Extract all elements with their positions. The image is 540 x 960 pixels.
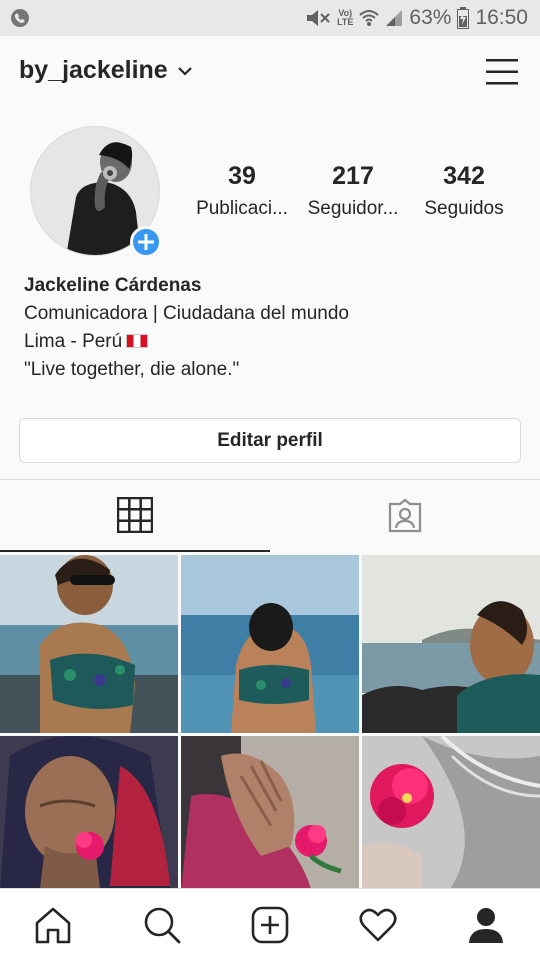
- status-bar: Vo) LTE 63% 16:50: [0, 0, 540, 36]
- nav-new-post[interactable]: [248, 903, 292, 947]
- stat-posts[interactable]: 39 Publicaci...: [187, 160, 297, 220]
- posts-count: 39: [228, 162, 256, 190]
- bio-line: Comunicadora | Ciudadana del mundo: [24, 303, 349, 324]
- home-icon: [35, 907, 71, 944]
- nav-search[interactable]: [140, 903, 184, 947]
- profile-name: Jackeline Cárdenas: [24, 275, 202, 296]
- profile-icon: [469, 908, 503, 943]
- wifi-icon: [359, 10, 380, 26]
- plus-icon: [138, 234, 154, 250]
- profile-avatar[interactable]: [30, 126, 162, 258]
- tab-grid[interactable]: [0, 480, 270, 552]
- stat-following[interactable]: 342 Seguidos: [409, 160, 519, 220]
- nav-activity[interactable]: [356, 903, 400, 947]
- grid-icon: [117, 497, 153, 533]
- edit-profile-button[interactable]: Editar perfil: [19, 418, 521, 463]
- followers-count: 217: [332, 162, 374, 190]
- bio-location: Lima - Perú: [24, 328, 524, 356]
- volte-indicator: Vo) LTE: [337, 8, 354, 27]
- tab-tagged[interactable]: [270, 480, 540, 552]
- profile-bio: Jackeline Cárdenas Comunicadora | Ciudad…: [24, 272, 524, 384]
- clock: 16:50: [475, 6, 528, 29]
- tagged-portrait-icon: [388, 498, 422, 533]
- bio-quote: "Live together, die alone.": [24, 359, 240, 380]
- bottom-nav: [0, 888, 540, 960]
- followers-label: Seguidor...: [307, 198, 399, 219]
- account-switcher[interactable]: by_jackeline: [19, 56, 192, 85]
- heart-icon: [359, 908, 397, 942]
- peru-flag-icon: [126, 334, 149, 348]
- posts-grid: [0, 555, 540, 889]
- battery-icon: [457, 7, 470, 29]
- stat-followers[interactable]: 217 Seguidor...: [298, 160, 408, 220]
- profile-tabs: [0, 479, 540, 552]
- following-label: Seguidos: [424, 198, 504, 219]
- app-bar: by_jackeline: [0, 36, 540, 108]
- following-count: 342: [443, 162, 485, 190]
- menu-icon[interactable]: [486, 58, 518, 86]
- nav-home[interactable]: [31, 903, 75, 947]
- username-label: by_jackeline: [19, 56, 168, 84]
- post-thumbnail[interactable]: [0, 555, 178, 733]
- nav-profile[interactable]: [464, 903, 508, 947]
- posts-label: Publicaci...: [196, 198, 288, 219]
- phone-call-icon: [11, 9, 29, 27]
- add-story-button[interactable]: [130, 226, 162, 258]
- post-thumbnail[interactable]: [181, 555, 359, 733]
- profile-stats: 39 Publicaci... 217 Seguidor... 342 Segu…: [190, 160, 520, 230]
- search-icon: [144, 907, 181, 944]
- signal-icon: [386, 10, 403, 26]
- battery-percentage: 63%: [409, 6, 452, 29]
- chevron-down-icon: [177, 66, 192, 76]
- post-thumbnail[interactable]: [362, 555, 540, 733]
- new-post-icon: [251, 906, 289, 944]
- mute-icon: [307, 10, 330, 26]
